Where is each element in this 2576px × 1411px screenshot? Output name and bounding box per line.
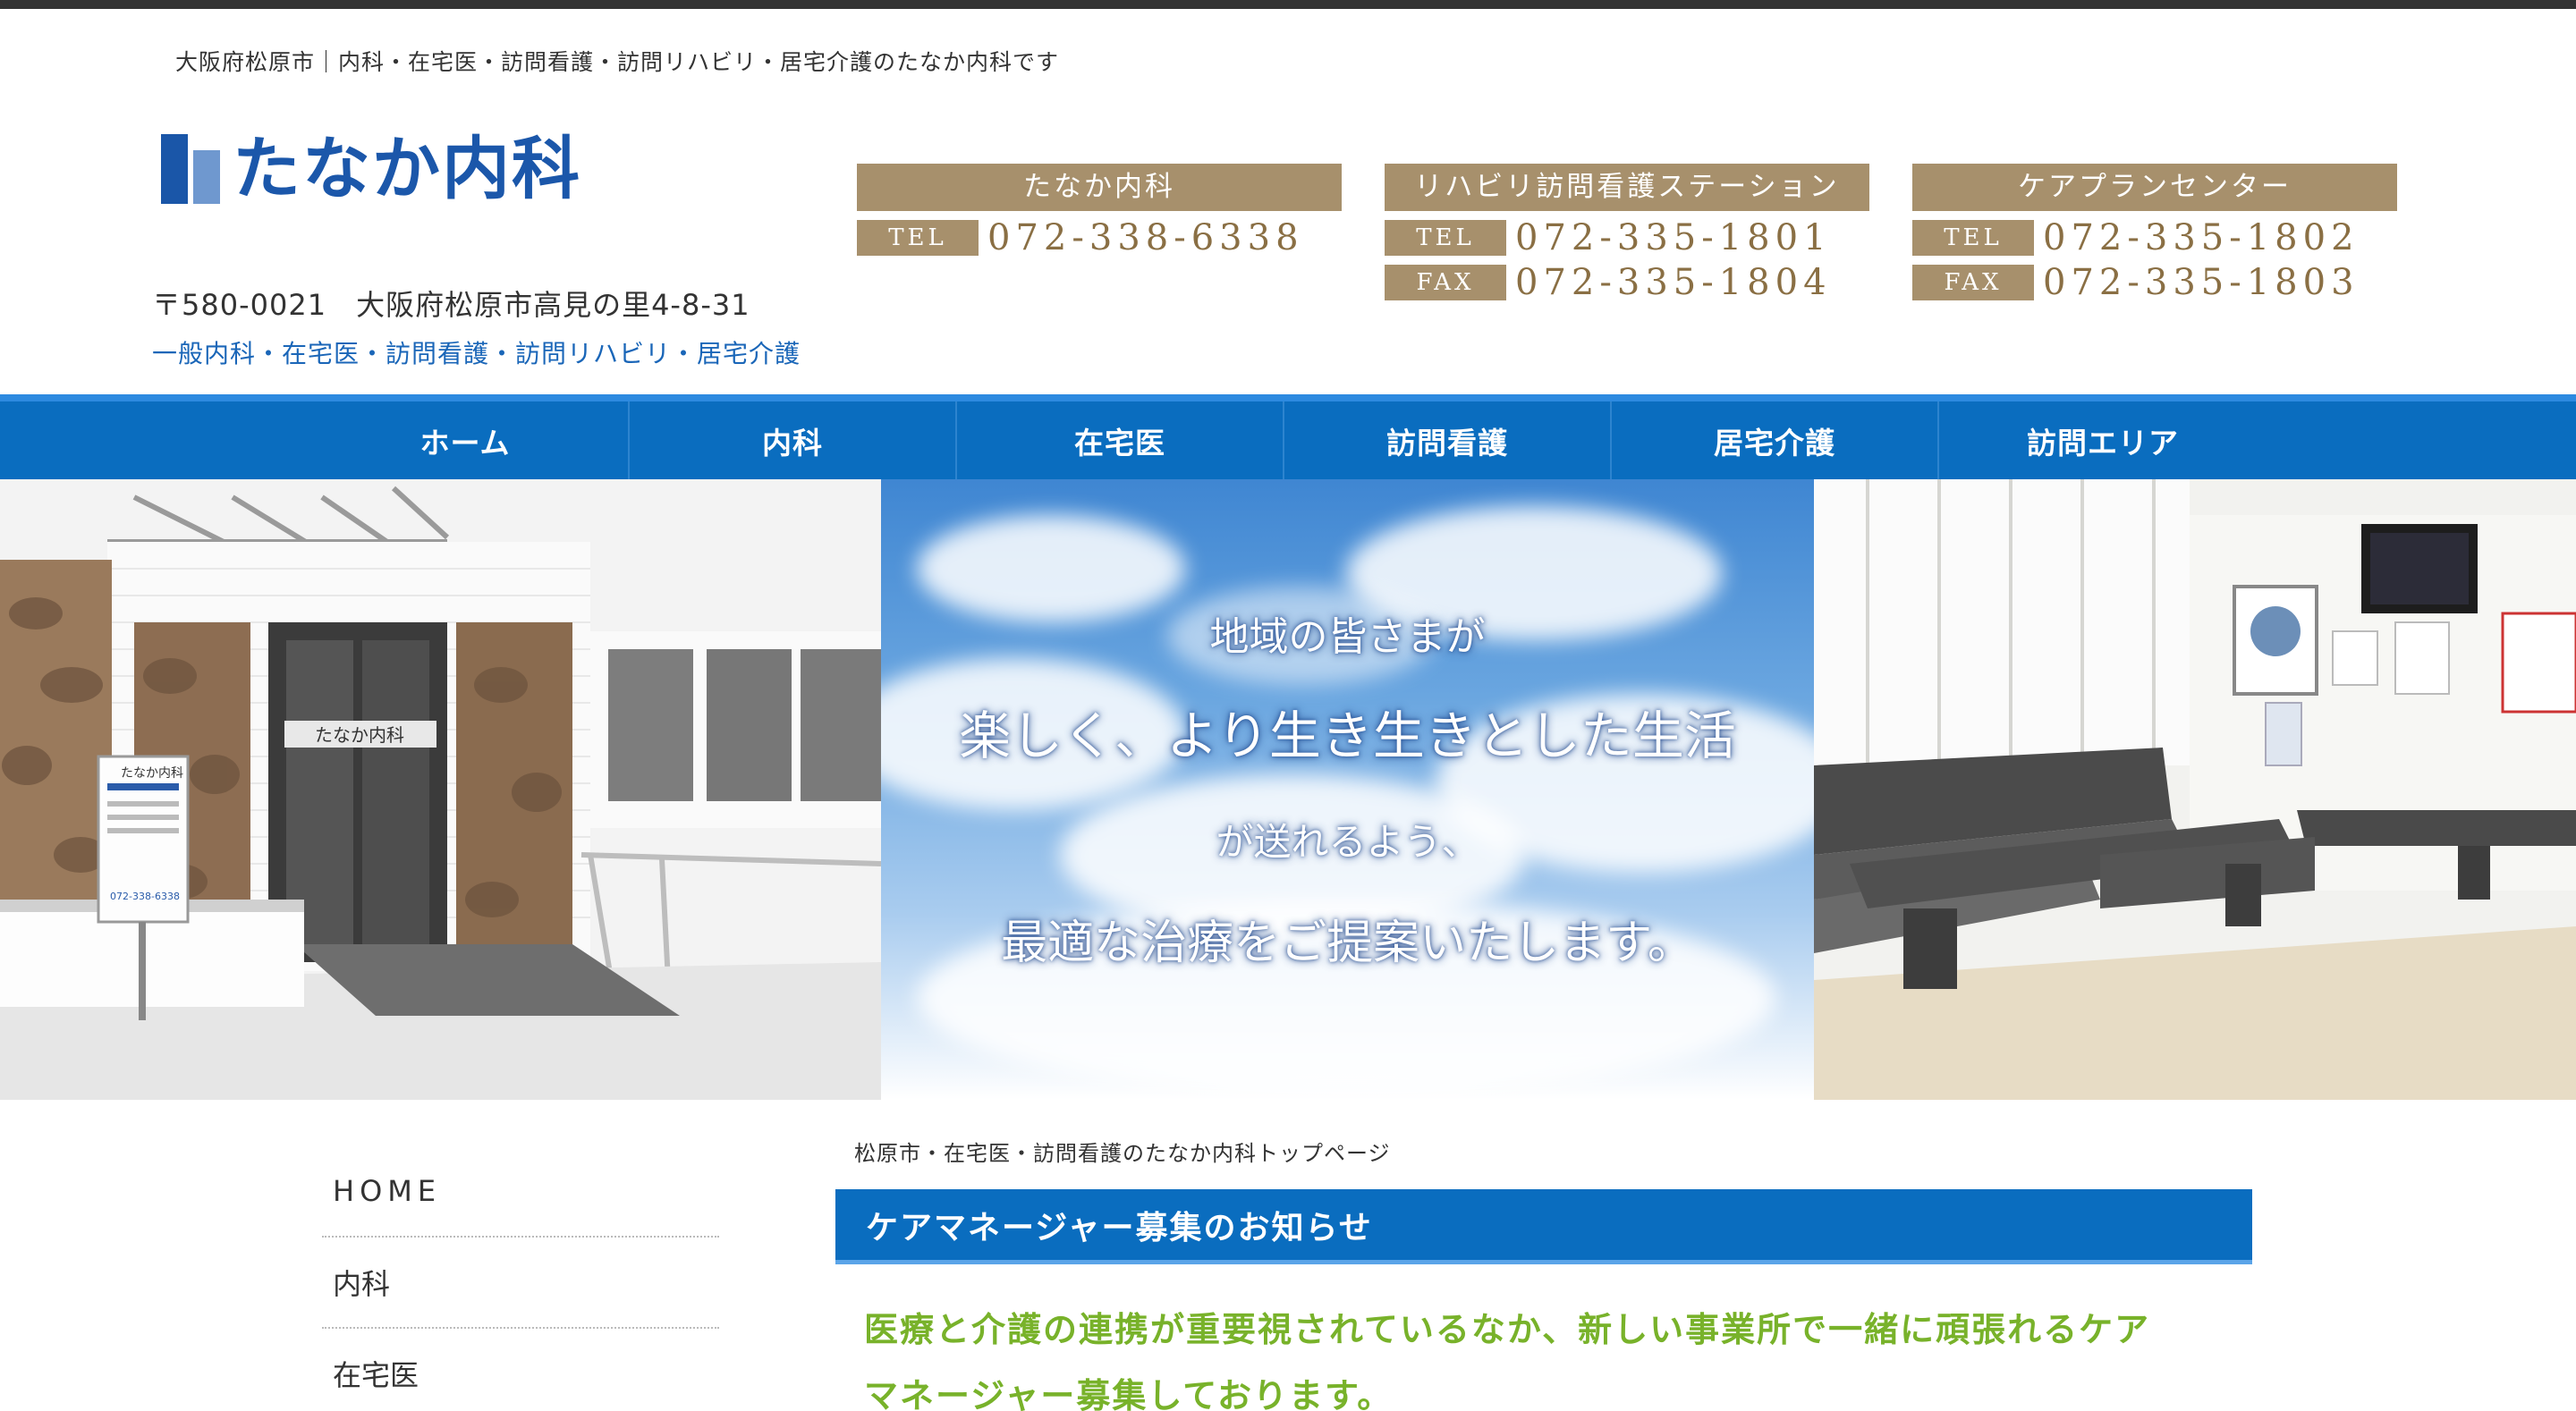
contact-title: たなか内科 bbox=[857, 164, 1342, 211]
contact-title: ケアプランセンター bbox=[1912, 164, 2397, 211]
tel-number[interactable]: 072-338-6338 bbox=[987, 220, 1304, 256]
sidebar-menu: HOME 内科 在宅医 bbox=[322, 1146, 719, 1411]
fax-number: 072-335-1803 bbox=[2043, 262, 2360, 303]
tel-label: TEL bbox=[857, 220, 979, 256]
notice-heading: ケアマネージャー募集のお知らせ bbox=[835, 1189, 2252, 1264]
tel-number[interactable]: 072-335-1801 bbox=[1515, 220, 1832, 256]
tel-number[interactable]: 072-335-1802 bbox=[2043, 220, 2360, 256]
breadcrumb: 松原市・在宅医・訪問看護のたなか内科トップページ bbox=[854, 1141, 1391, 1166]
contact-tel-row: TEL 072-335-1802 bbox=[1912, 220, 2397, 256]
sidebar-item-home-doctor[interactable]: 在宅医 bbox=[322, 1329, 719, 1411]
svg-text:たなか内科: たなか内科 bbox=[315, 724, 404, 746]
nav-item-home-nursing[interactable]: 訪問看護 bbox=[1284, 401, 1612, 479]
hero-line-4: 最適な治療をご提案いたします。 bbox=[1001, 917, 1694, 970]
fax-label: FAX bbox=[1385, 265, 1506, 300]
hero-line-1: 地域の皆さまが bbox=[1209, 614, 1486, 660]
logo-text: たなか内科 bbox=[233, 129, 581, 208]
contact-tel-row: TEL 072-338-6338 bbox=[857, 220, 1342, 256]
nav-item-home-care[interactable]: 居宅介護 bbox=[1612, 401, 1939, 479]
contact-title: リハビリ訪問看護ステーション bbox=[1385, 164, 1869, 211]
contact-care-plan-center: ケアプランセンター TEL 072-335-1802 FAX 072-335-1… bbox=[1912, 164, 2397, 300]
sign-clinic-name: たなか内科 bbox=[121, 766, 183, 781]
nav-item-home[interactable]: ホーム bbox=[302, 401, 630, 479]
main-nav: ホーム 内科 在宅医 訪問看護 居宅介護 訪問エリア bbox=[0, 394, 2576, 479]
contact-nursing-station: リハビリ訪問看護ステーション TEL 072-335-1801 FAX 072-… bbox=[1385, 164, 1869, 300]
clinic-address: 〒580-0021 大阪府松原市高見の里4-8-31 bbox=[152, 288, 750, 322]
contact-fax-row: FAX 072-335-1804 bbox=[1385, 265, 1869, 300]
contact-tel-row: TEL 072-335-1801 bbox=[1385, 220, 1869, 256]
contact-fax-row: FAX 072-335-1803 bbox=[1912, 265, 2397, 300]
hero-banner: たなか内科 たなか内科 072-338-6338 地域の皆さまが 楽しく、より生… bbox=[0, 479, 2576, 1100]
nav-item-visit-area[interactable]: 訪問エリア bbox=[1939, 401, 2267, 479]
sidebar-item-internal-medicine[interactable]: 内科 bbox=[322, 1238, 719, 1329]
fax-label: FAX bbox=[1912, 265, 2034, 300]
clinic-exterior-image: たなか内科 たなか内科 072-338-6338 bbox=[0, 479, 881, 1100]
site-logo[interactable]: たなか内科 bbox=[161, 134, 581, 204]
nav-item-internal-medicine[interactable]: 内科 bbox=[630, 401, 957, 479]
notice-body: 医療と介護の連携が重要視されているなか、新しい事業所で一緒に頑張れるケア マネー… bbox=[864, 1297, 2224, 1411]
sky-message-panel: 地域の皆さまが 楽しく、より生き生きとした生活 が送れるよう、 最適な治療をご提… bbox=[881, 479, 1814, 1100]
waiting-room-image bbox=[1814, 479, 2576, 1100]
tel-label: TEL bbox=[1385, 220, 1506, 256]
hero-line-2: 楽しく、より生き生きとした生活 bbox=[959, 706, 1736, 766]
contact-clinic: たなか内科 TEL 072-338-6338 bbox=[857, 164, 1342, 256]
nav-item-home-doctor[interactable]: 在宅医 bbox=[957, 401, 1284, 479]
notice-body-line-1: 医療と介護の連携が重要視されているなか、新しい事業所で一緒に頑張れるケア bbox=[864, 1310, 2151, 1349]
logo-mark-icon bbox=[161, 134, 220, 204]
sidebar-item-home[interactable]: HOME bbox=[322, 1146, 719, 1238]
top-stripe bbox=[0, 0, 2576, 9]
notice-body-line-2: マネージャー募集しております。 bbox=[864, 1376, 1394, 1411]
site-tagline: 大阪府松原市｜内科・在宅医・訪問看護・訪問リハビリ・居宅介護のたなか内科です bbox=[175, 49, 1060, 75]
sign-phone: 072-338-6338 bbox=[110, 891, 180, 902]
fax-number: 072-335-1804 bbox=[1515, 262, 1832, 303]
hero-line-3: が送れるよう、 bbox=[1216, 820, 1479, 864]
clinic-services: 一般内科・在宅医・訪問看護・訪問リハビリ・居宅介護 bbox=[152, 339, 801, 368]
tel-label: TEL bbox=[1912, 220, 2034, 256]
